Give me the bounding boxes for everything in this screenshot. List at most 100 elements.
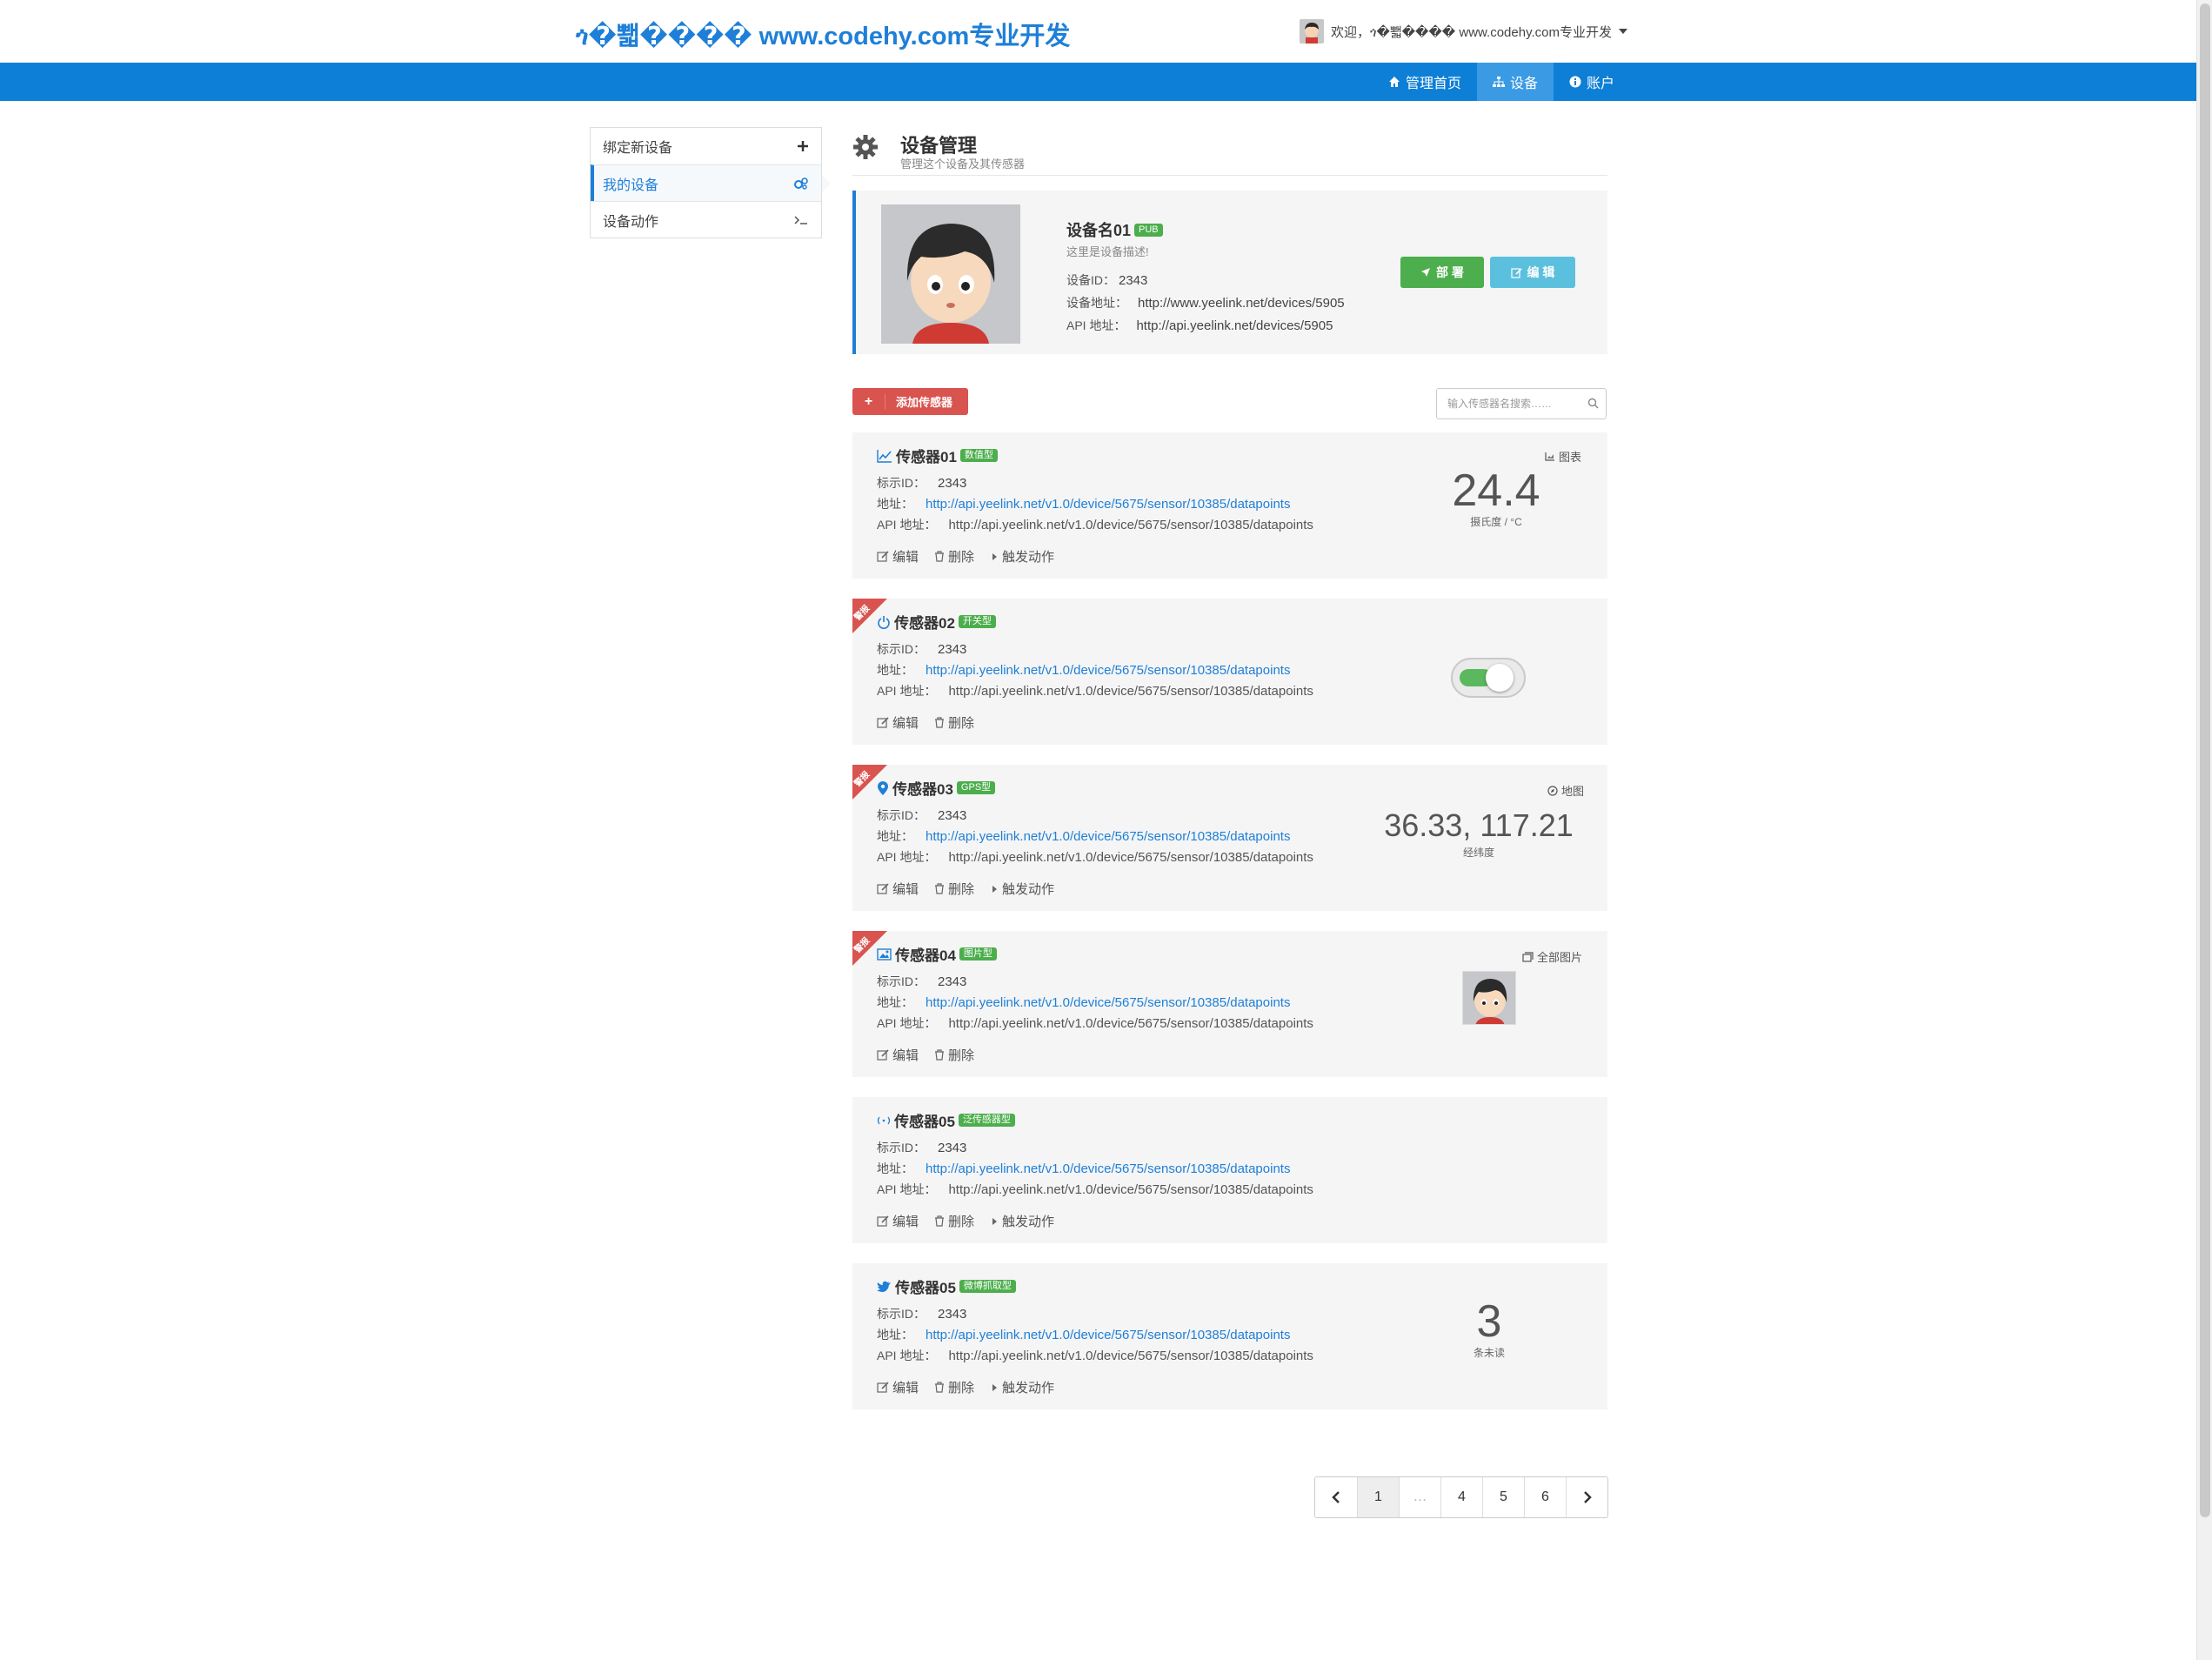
- trigger-action-button[interactable]: 触发动作: [990, 880, 1054, 898]
- scrollbar-thumb[interactable]: [2200, 3, 2210, 1517]
- area-chart-icon: [1545, 452, 1554, 461]
- sensor-search-box: [1436, 388, 1607, 419]
- edit-icon: [877, 1215, 889, 1227]
- nav-account[interactable]: 账户: [1554, 63, 1630, 101]
- sensor-id: 2343: [938, 1141, 967, 1155]
- sensor-name[interactable]: 传感器03: [892, 777, 953, 799]
- delete-sensor-button[interactable]: 删除: [934, 1212, 974, 1230]
- sensor-card: 传感器05 微博抓取型 标示ID： 2343 地址： http://api.yeel…: [852, 1263, 1607, 1409]
- delete-sensor-button[interactable]: 删除: [934, 547, 974, 566]
- delete-label: 删除: [948, 550, 975, 565]
- edit-icon: [877, 1382, 889, 1393]
- delete-label: 删除: [948, 716, 975, 731]
- sensor-unit: 摄氏度 / °C: [1470, 516, 1522, 528]
- trash-icon: [935, 1049, 945, 1061]
- sensor-name[interactable]: 传感器05: [895, 1275, 956, 1297]
- trash-icon: [935, 1382, 945, 1393]
- delete-sensor-button[interactable]: 删除: [934, 1046, 974, 1064]
- add-sensor-button[interactable]: + 添加传感器: [852, 388, 968, 415]
- edit-label: 编辑: [892, 550, 919, 565]
- sensor-card: 警报 传感器04 图片型 标示ID： 2343 地址： http://api.yee…: [852, 931, 1607, 1077]
- nav-devices[interactable]: 设备: [1477, 63, 1554, 101]
- device-id: 2343: [1119, 273, 1148, 288]
- search-icon[interactable]: [1587, 398, 1599, 409]
- page-scrollbar[interactable]: [2196, 0, 2212, 1660]
- sensor-address-label: 地址：: [877, 663, 913, 677]
- sensor-id: 2343: [938, 1307, 967, 1322]
- sensor-name[interactable]: 传感器01: [896, 445, 957, 466]
- sensor-api: http://api.yeelink.net/v1.0/device/5675/…: [948, 1349, 1313, 1363]
- edit-sensor-button[interactable]: 编辑: [877, 713, 919, 732]
- plus-icon: [798, 141, 808, 151]
- sensor-id-label: 标示ID：: [877, 1141, 926, 1155]
- page-button[interactable]: 6: [1524, 1477, 1566, 1517]
- sensor-name[interactable]: 传感器04: [895, 943, 956, 965]
- chart-link[interactable]: 图表: [1545, 448, 1581, 465]
- deploy-label: 部 署: [1436, 265, 1464, 279]
- sensor-address-link[interactable]: http://api.yeelink.net/v1.0/device/5675/…: [926, 995, 1290, 1010]
- trigger-action-button[interactable]: 触发动作: [990, 547, 1054, 566]
- device-api: http://api.yeelink.net/devices/5905: [1136, 318, 1333, 333]
- edit-device-button[interactable]: 编 辑: [1490, 257, 1575, 288]
- edit-sensor-button[interactable]: 编辑: [877, 1378, 919, 1396]
- trash-icon: [935, 717, 945, 728]
- edit-sensor-button[interactable]: 编辑: [877, 880, 919, 898]
- device-url-link[interactable]: http://www.yeelink.net/devices/5905: [1138, 296, 1345, 311]
- sidebar-item-my-devices[interactable]: 我的设备: [591, 164, 831, 201]
- deploy-button[interactable]: 部 署: [1400, 257, 1484, 288]
- nav-home[interactable]: 管理首页: [1373, 63, 1477, 101]
- caret-right-icon: [992, 1217, 998, 1225]
- delete-sensor-button[interactable]: 删除: [934, 880, 974, 898]
- sensor-address-label: 地址：: [877, 497, 913, 511]
- sensor-name[interactable]: 传感器02: [894, 611, 955, 633]
- sensor-api-label: API 地址：: [877, 850, 937, 864]
- images-icon: [1522, 951, 1534, 962]
- trigger-action-button[interactable]: 触发动作: [990, 1378, 1054, 1396]
- sensor-search-input[interactable]: [1437, 389, 1585, 418]
- trigger-action-button[interactable]: 触发动作: [990, 1212, 1054, 1230]
- sensor-api: http://api.yeelink.net/v1.0/device/5675/…: [948, 684, 1313, 699]
- sidebar-item-label: 绑定新设备: [603, 141, 673, 156]
- all-images-link[interactable]: 全部图片: [1522, 948, 1582, 965]
- sensor-address-link[interactable]: http://api.yeelink.net/v1.0/device/5675/…: [926, 1161, 1290, 1176]
- sensor-unit: 经纬度: [1462, 847, 1494, 859]
- trash-icon: [935, 551, 945, 562]
- device-card: 设备名01 PUB 这里是设备描述! 设备ID： 2343 设备地址： http:/…: [852, 191, 1607, 354]
- page-button[interactable]: 5: [1482, 1477, 1524, 1517]
- map-link[interactable]: 地图: [1547, 782, 1584, 799]
- switch-toggle[interactable]: [1451, 658, 1526, 698]
- sensor-api-label: API 地址：: [877, 1349, 937, 1362]
- sensor-address-link[interactable]: http://api.yeelink.net/v1.0/device/5675/…: [926, 663, 1290, 678]
- chevron-left-icon: [1332, 1491, 1340, 1503]
- prev-page-button[interactable]: [1315, 1477, 1357, 1517]
- edit-sensor-button[interactable]: 编辑: [877, 1212, 919, 1230]
- sensor-value-display: 24.4 摄氏度 / °C: [1427, 467, 1566, 529]
- sensor-address-label: 地址：: [877, 995, 913, 1009]
- nav-account-label: 账户: [1587, 77, 1615, 91]
- chart-link-label: 图表: [1559, 451, 1582, 464]
- sensor-address-link[interactable]: http://api.yeelink.net/v1.0/device/5675/…: [926, 829, 1290, 844]
- sensor-name[interactable]: 传感器05: [894, 1109, 955, 1131]
- sensor-image-thumbnail[interactable]: [1462, 971, 1516, 1025]
- edit-icon: [877, 1049, 889, 1061]
- sensor-api: http://api.yeelink.net/v1.0/device/5675/…: [948, 850, 1313, 865]
- sensor-value: 36.33, 117.21: [1384, 807, 1574, 843]
- trigger-label: 触发动作: [1002, 550, 1055, 565]
- sidebar-item-device-actions[interactable]: 设备动作: [591, 201, 821, 238]
- sidebar-item-bind-device[interactable]: 绑定新设备: [591, 128, 821, 164]
- sensor-address-link[interactable]: http://api.yeelink.net/v1.0/device/5675/…: [926, 497, 1290, 512]
- delete-sensor-button[interactable]: 删除: [934, 713, 974, 732]
- edit-sensor-button[interactable]: 编辑: [877, 1046, 919, 1064]
- user-menu[interactable]: 欢迎，ጎ�뾃���� www.codehy.com专业开发: [1300, 19, 1627, 44]
- caret-down-icon: [1618, 29, 1627, 34]
- sensor-address-link[interactable]: http://api.yeelink.net/v1.0/device/5675/…: [926, 1328, 1290, 1342]
- brand-title[interactable]: ጎ�뾃���� www.codehy.com专业开发: [576, 16, 1070, 52]
- edit-sensor-button[interactable]: 编辑: [877, 547, 919, 566]
- sensor-id-label: 标示ID：: [877, 974, 926, 988]
- next-page-button[interactable]: [1566, 1477, 1607, 1517]
- sensor-api-label: API 地址：: [877, 1182, 937, 1196]
- page-button[interactable]: 4: [1440, 1477, 1482, 1517]
- page-ellipsis: …: [1399, 1477, 1440, 1517]
- delete-sensor-button[interactable]: 删除: [934, 1378, 974, 1396]
- page-button[interactable]: 1: [1357, 1477, 1399, 1517]
